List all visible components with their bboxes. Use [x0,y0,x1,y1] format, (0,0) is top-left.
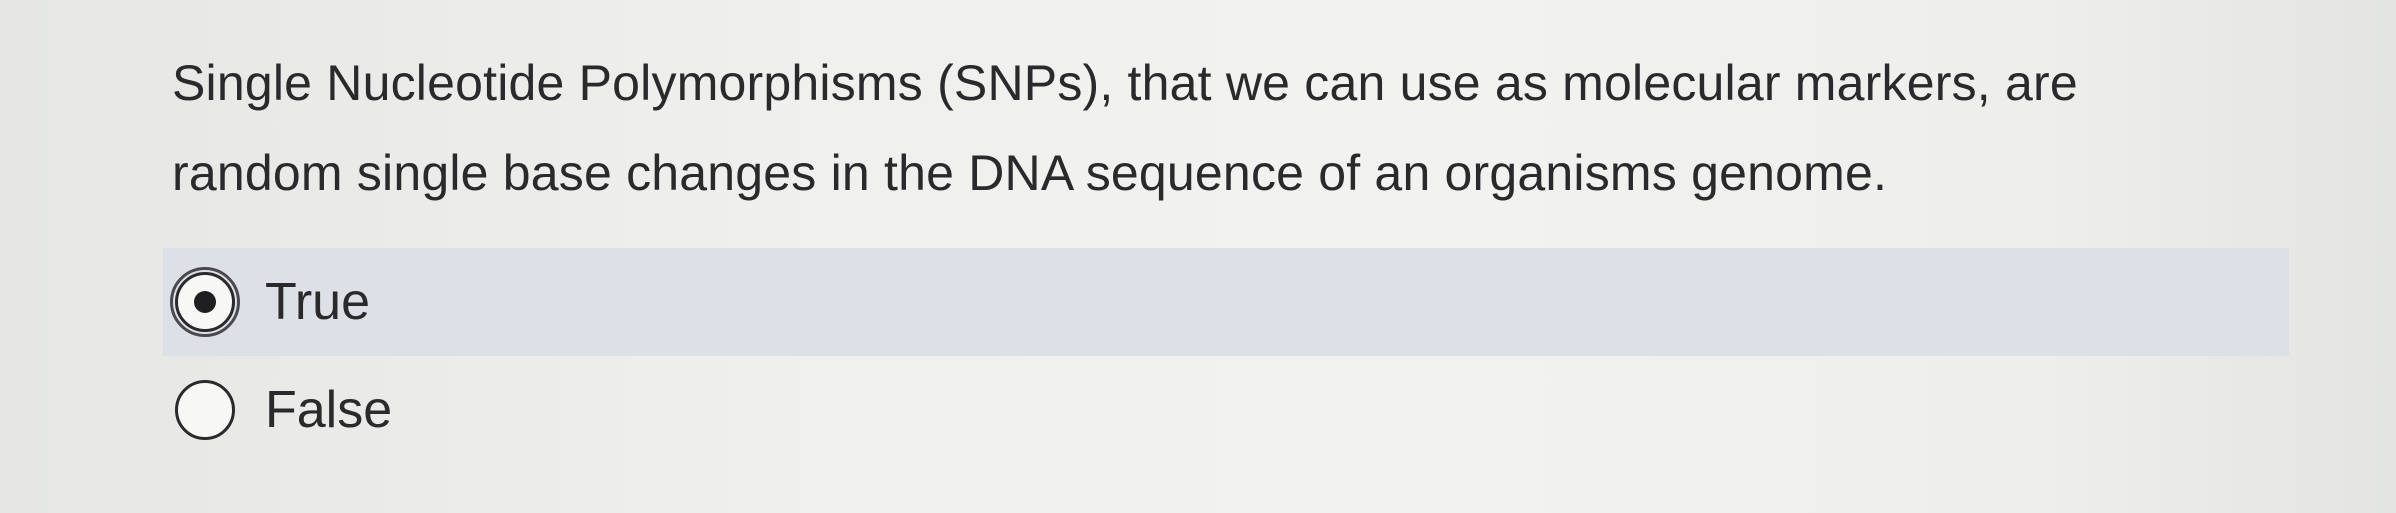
question-line-1: Single Nucleotide Polymorphisms (SNPs), … [172,55,2078,111]
radio-button-true[interactable] [170,267,240,337]
answer-options: True False [163,248,2289,464]
option-true[interactable]: True [163,248,2289,356]
option-true-label: True [265,273,370,331]
radio-selected-dot [194,291,216,313]
question-line-2: random single base changes in the DNA se… [172,145,1888,201]
question-text: Single Nucleotide Polymorphisms (SNPs), … [172,38,2322,218]
option-false[interactable]: False [163,356,2289,464]
radio-button-false[interactable] [175,380,235,440]
option-false-label: False [265,381,393,439]
